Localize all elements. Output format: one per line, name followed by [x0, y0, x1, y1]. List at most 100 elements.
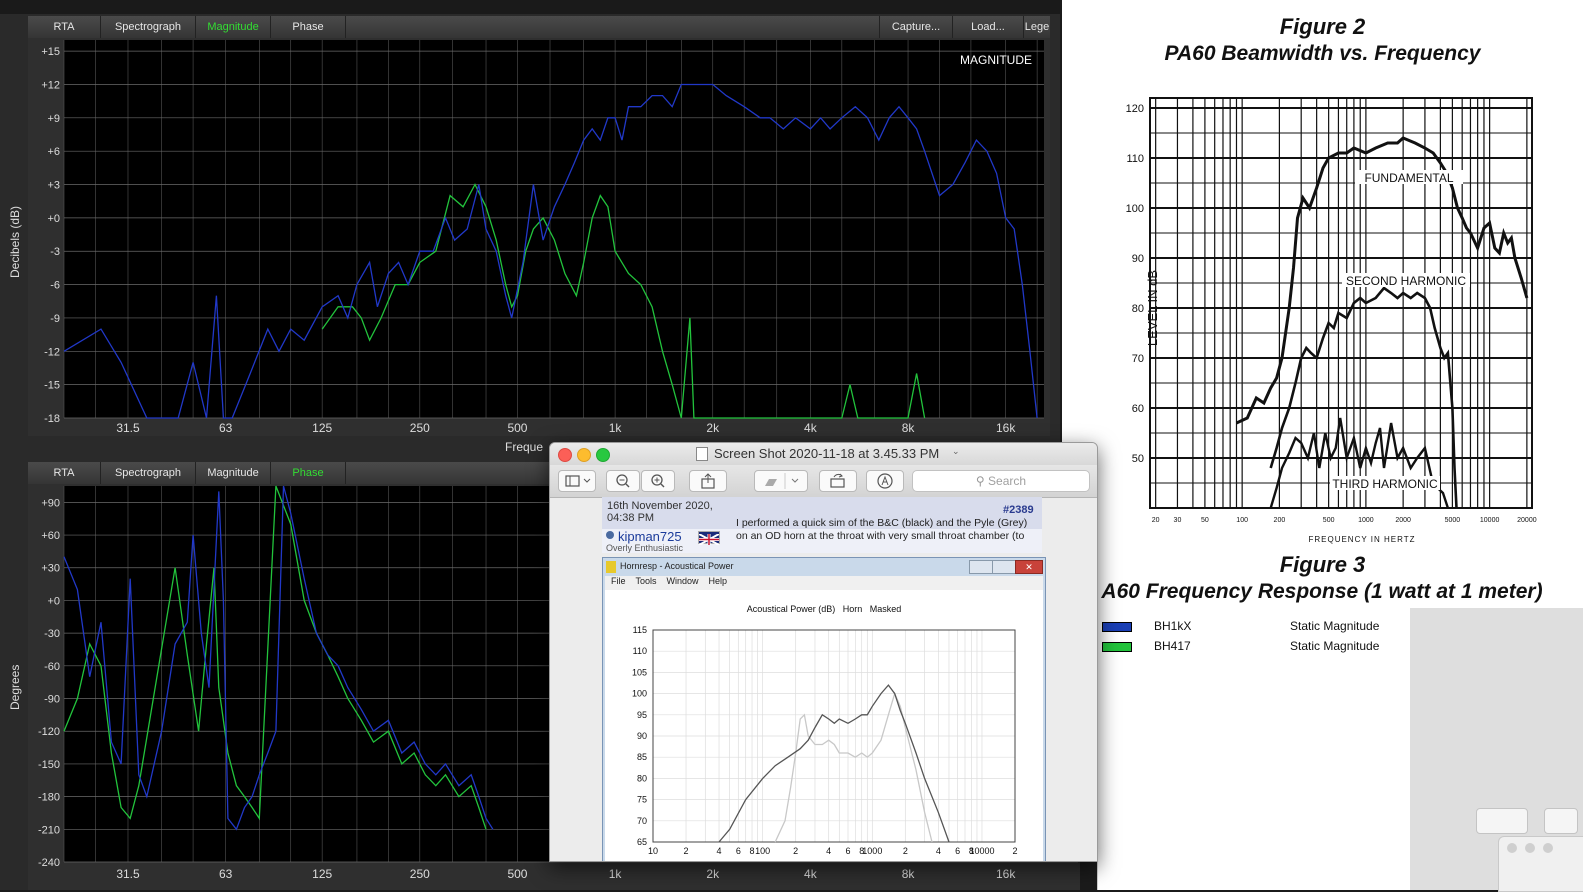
capture-button[interactable]: Capture... [879, 16, 953, 38]
x-tick-label: 250 [410, 867, 430, 881]
share-icon [701, 473, 715, 489]
y-tick-label: +90 [41, 497, 60, 509]
post-number-link[interactable]: #2389 [1003, 504, 1034, 516]
close-button[interactable] [558, 448, 572, 462]
y-tick-label: 75 [637, 795, 647, 805]
x-tick-label: 125 [312, 867, 332, 881]
y-tick-label: -15 [44, 380, 60, 392]
username-link[interactable]: kipman725 [618, 529, 682, 544]
x-tick-label: 5000 [1445, 517, 1461, 524]
legend-name-bh1kx[interactable]: BH1kX [1154, 619, 1191, 633]
x-tick-label: 500 [507, 421, 527, 435]
annotate-markup-button[interactable] [866, 470, 904, 492]
acoustical-power-chart: 65707580859095100105110115 10 2 4 6 8 100 2 4 6 8… [632, 625, 1018, 856]
zoom-in-icon [651, 474, 665, 488]
zoom-in-button[interactable] [641, 470, 675, 492]
tab-magnitude-top[interactable]: Magnitude [196, 16, 271, 38]
y-tick-label: +60 [41, 530, 60, 542]
preview-title-bar[interactable]: Screen Shot 2020-11-18 at 3.45.33 PM ⌄ [550, 443, 1097, 465]
figure2-title: Figure 2 [1279, 14, 1366, 39]
x-tick-label: 16k [996, 421, 1016, 435]
x-tick-label: 50 [1201, 517, 1209, 524]
inactive-close-dot [1507, 843, 1517, 853]
post-text-line1: I performed a quick sim of the B&C (blac… [736, 517, 1028, 529]
tab-magnitude-bottom[interactable]: Magnitude [196, 462, 271, 484]
magnitude-graph[interactable]: +15 +12 +9 +6 +3 +0 -3 -6 -9 -12 -15 -18 31.5 63 125 2… [28, 38, 1050, 436]
search-placeholder: Search [988, 474, 1027, 488]
sidebar-toggle-button[interactable] [558, 470, 596, 492]
y-tick-label: -240 [38, 857, 60, 869]
y-tick-label: 115 [633, 625, 647, 635]
bottom-tab-bar: RTA Spectrograph Magnitude Phase [28, 462, 550, 485]
y-tick-label: 65 [637, 837, 647, 847]
y-tick-label: -18 [44, 413, 60, 425]
search-field[interactable]: ⚲ Search [912, 470, 1090, 492]
share-button[interactable] [689, 470, 727, 492]
hornresp-maximize-button[interactable] [992, 560, 1016, 574]
x-tick-label: 2 [684, 846, 689, 856]
y-tick-label: -6 [50, 280, 60, 292]
x-tick-label: 63 [219, 421, 233, 435]
load-button[interactable]: Load... [953, 16, 1024, 38]
fundamental-label: FUNDAMENTAL [1364, 171, 1453, 185]
tab-phase-bottom[interactable]: Phase [271, 462, 346, 484]
inactive-zoom-dot [1543, 843, 1553, 853]
figure2-caption: PA60 Beamwidth vs. Frequency [1164, 42, 1481, 65]
y-tick-label: +0 [47, 595, 60, 607]
online-status-icon [606, 531, 614, 539]
rotate-icon [830, 473, 845, 488]
hornresp-menubar: File Tools Window Help [605, 576, 1043, 590]
x-tick-label: 4 [717, 846, 722, 856]
uk-flag-icon [698, 531, 720, 546]
acoustical-power-heading: Acoustical Power (dB) Horn Masked [746, 604, 902, 614]
y-tick-label: +9 [47, 113, 60, 125]
third-harmonic-label: THIRD HARMONIC [1332, 477, 1438, 491]
legend-name-bh417[interactable]: BH417 [1154, 639, 1191, 653]
legend-button[interactable]: Lege [1024, 16, 1050, 38]
x-tick-label: 8 [750, 846, 755, 856]
second-harmonic-label: SECOND HARMONIC [1346, 274, 1466, 288]
post-text-line2: on an OD horn at the throat with very sm… [736, 530, 1025, 542]
annotate-button[interactable] [1476, 808, 1528, 834]
menu-tools[interactable]: Tools [636, 576, 657, 590]
paper-x-axis-label: FREQUENCY IN HERTZ [1308, 535, 1415, 544]
zoom-out-button[interactable] [606, 470, 640, 492]
y-tick-label: 95 [637, 710, 647, 720]
top-tab-bar: RTA Spectrograph Magnitude Phase Capture… [28, 16, 1050, 39]
y-tick-label: 80 [637, 773, 647, 783]
tab-phase-top[interactable]: Phase [271, 16, 346, 38]
rotate-button[interactable] [1544, 808, 1578, 834]
y-tick-label: -12 [44, 346, 60, 358]
y-tick-label: +6 [47, 146, 60, 158]
menu-help[interactable]: Help [709, 576, 728, 590]
tab-rta-bottom[interactable]: RTA [28, 462, 101, 484]
frequency-response-chart: 120 110 100 90 80 70 60 50 20 30 50 100 200 500 1000 2… [1126, 97, 1537, 544]
menu-file[interactable]: File [611, 576, 626, 590]
x-tick-label: 1000 [862, 846, 882, 856]
chevron-down-icon[interactable]: ⌄ [952, 446, 960, 457]
x-tick-label: 6 [845, 846, 850, 856]
tab-spectrograph-top[interactable]: Spectrograph [101, 16, 196, 38]
x-tick-label: 20000 [1517, 517, 1537, 524]
forum-post-body: kipman725 Overly Enthusiastic I performe… [602, 517, 1042, 553]
zoom-button[interactable] [596, 448, 610, 462]
legend-panel: BH1kX Static Magnitude BH417 Static Magn… [1097, 608, 1410, 890]
markup-circle-icon [877, 473, 893, 489]
y-tick-label: 120 [1126, 103, 1144, 115]
tab-spectrograph-bottom[interactable]: Spectrograph [101, 462, 196, 484]
hornresp-close-button[interactable]: ✕ [1015, 560, 1043, 574]
y-tick-label: 90 [637, 731, 647, 741]
y-tick-label: -210 [38, 824, 60, 836]
tab-rta-top[interactable]: RTA [28, 16, 101, 38]
user-title: Overly Enthusiastic [606, 543, 684, 553]
x-tick-label: 4 [936, 846, 941, 856]
x-tick-label: 4k [804, 421, 818, 435]
minimize-button[interactable] [577, 448, 591, 462]
menu-window[interactable]: Window [667, 576, 699, 590]
markup-button[interactable] [754, 470, 808, 492]
hornresp-minimize-button[interactable] [969, 560, 993, 574]
rotate-left-button[interactable] [819, 470, 857, 492]
x-tick-label: 10 [648, 846, 658, 856]
background-app-area [1410, 608, 1583, 892]
pen-icon [765, 473, 799, 489]
